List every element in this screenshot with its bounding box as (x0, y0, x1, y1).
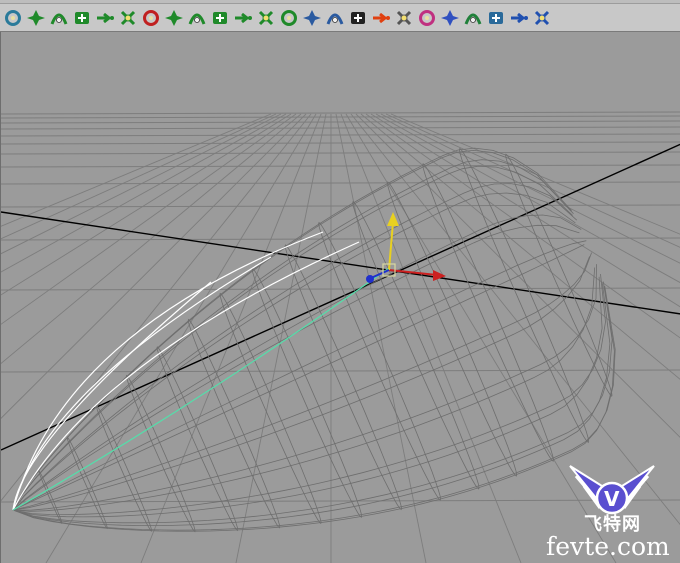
curve-flow-icon (489, 11, 503, 24)
surface-flow-button[interactable] (508, 6, 530, 30)
attach-surfaces-button[interactable] (301, 6, 323, 30)
detach-surfaces-button[interactable] (324, 6, 346, 30)
shatter-effect-button[interactable] (462, 6, 484, 30)
intersect-button[interactable] (232, 6, 254, 30)
trim-button[interactable] (255, 6, 277, 30)
planar-button[interactable] (71, 6, 93, 30)
world-axis-x (1, 211, 680, 315)
untrim-icon (281, 9, 297, 26)
birail-icon (120, 10, 136, 25)
grid-row-line (1, 204, 680, 208)
fireworks-effect-icon (419, 9, 435, 26)
fire-effect-icon (373, 12, 390, 23)
curve-flow-button[interactable] (485, 6, 507, 30)
world-axes (1, 143, 680, 451)
fireworks-effect-button[interactable] (416, 6, 438, 30)
loft-button[interactable] (48, 6, 70, 30)
watermark-logo: V 飞特网 fevte.com (540, 458, 678, 562)
grid-row-line (1, 141, 680, 145)
align-surfaces-icon (351, 11, 365, 24)
surface-isoparm-span (12, 244, 585, 511)
manipulator-z-handle (366, 275, 374, 283)
nurbs-circle-button[interactable] (2, 6, 24, 30)
bevel-button[interactable] (186, 6, 208, 30)
trim-icon (258, 10, 274, 25)
selected-profile-curve (12, 256, 272, 511)
grid-row-line (1, 151, 680, 155)
planar-icon (75, 11, 89, 24)
grid-column-line (1, 113, 307, 419)
boundary-button[interactable] (140, 6, 162, 30)
grid-row-line (1, 164, 680, 168)
surface-isoparm-ring (352, 200, 480, 490)
surface-isoparm-span (12, 281, 613, 524)
bevel-icon (188, 13, 206, 25)
surface-isoparm-ring (284, 244, 403, 511)
grid-row-line (1, 237, 680, 241)
smoke-effect-icon (396, 10, 412, 25)
surface-isoparm-span (12, 165, 573, 511)
lightning-effect-icon (441, 9, 459, 26)
selected-profile-curve (12, 281, 212, 511)
create-hair-button[interactable] (531, 6, 553, 30)
revolve-icon (27, 9, 45, 26)
watermark-letter: V (604, 487, 620, 511)
grid-row-line (1, 287, 680, 291)
nurbs-circle-icon (5, 9, 21, 26)
project-curve-icon (213, 11, 227, 24)
intersect-icon (235, 12, 252, 23)
square-surface-button[interactable] (163, 6, 185, 30)
surface-isoparm-span (12, 183, 578, 511)
manipulator-x-handle (433, 270, 446, 281)
lightning-effect-button[interactable] (439, 6, 461, 30)
detach-surfaces-icon (326, 13, 344, 25)
surface-isoparm-ring (187, 318, 281, 529)
surface-isoparm-ring (458, 147, 590, 444)
grid-row-line (1, 115, 680, 119)
grid-row-line (1, 126, 680, 130)
watermark-domain: fevte.com (546, 532, 670, 561)
surface-isoparm-ring (318, 221, 442, 501)
untrim-button[interactable] (278, 6, 300, 30)
surface-isoparm-span (12, 240, 587, 511)
world-axis-z (1, 143, 680, 451)
grid-column-line (340, 113, 522, 563)
smoke-effect-button[interactable] (393, 6, 415, 30)
boundary-icon (143, 9, 159, 26)
square-surface-icon (165, 9, 183, 26)
extrude-icon (97, 12, 114, 23)
watermark-wings-icon: V (569, 465, 655, 515)
shatter-effect-icon (464, 13, 482, 25)
grid-row-line (1, 120, 680, 124)
align-surfaces-button[interactable] (347, 6, 369, 30)
birail-button[interactable] (117, 6, 139, 30)
grid-row-line (1, 369, 680, 373)
surface-flow-icon (511, 12, 528, 23)
extrude-button[interactable] (94, 6, 116, 30)
shelf-toolbar (0, 0, 680, 32)
surface-isoparm-span (12, 149, 572, 511)
project-curve-button[interactable] (209, 6, 231, 30)
fire-effect-button[interactable] (370, 6, 392, 30)
create-hair-icon (534, 10, 550, 25)
revolve-button[interactable] (25, 6, 47, 30)
attach-surfaces-icon (303, 9, 321, 26)
shelf-tab-strip (0, 0, 680, 4)
loft-icon (50, 13, 68, 25)
surface-isoparm-span (12, 274, 606, 516)
grid-row-line (1, 111, 680, 115)
